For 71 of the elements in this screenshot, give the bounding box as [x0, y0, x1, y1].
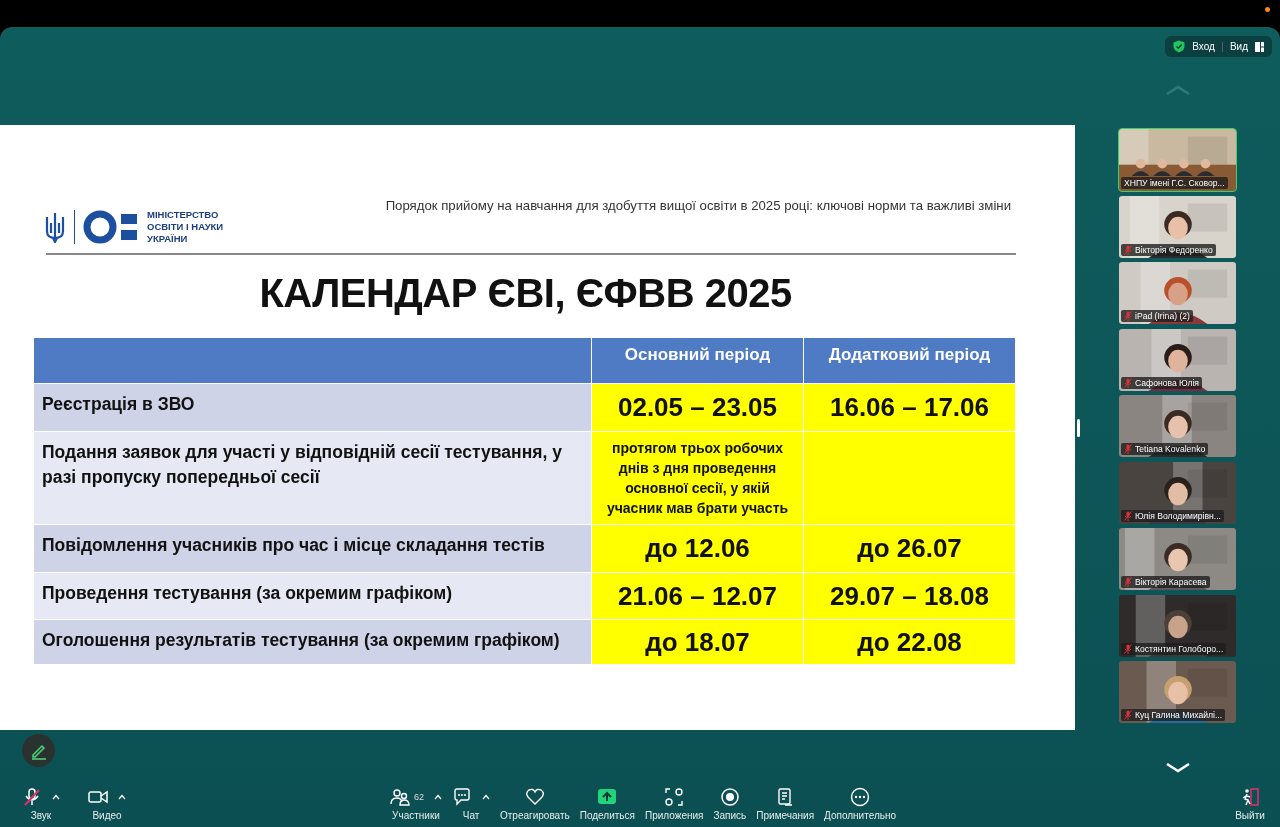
slide-title: КАЛЕНДАР ЄВІ, ЄФВВ 2025	[258, 271, 793, 316]
participant-count: 62	[414, 791, 424, 802]
slide-subtitle: Порядок прийому на навчання для здобуття вищої освіти в 2025 році: ключові норми та важливі зміни	[385, 198, 1011, 215]
trident-icon	[44, 211, 66, 243]
leave-button[interactable]: Выйти	[1234, 786, 1266, 821]
share-screen-icon	[597, 786, 618, 807]
video-button[interactable]: Видео	[88, 786, 126, 821]
participant-name: ХНПУ імені Г.С. Сковор...	[1124, 178, 1225, 188]
status-dot	[1265, 7, 1270, 12]
apps-button[interactable]: Приложения	[645, 786, 704, 821]
table-cell: 21.06 – 12.07	[592, 572, 804, 619]
table-cell: до 18.07	[592, 619, 804, 664]
participant-name: Сафонова Юлія	[1135, 377, 1199, 388]
table-cell: Проведення тестування (за окремим графіком)	[34, 572, 592, 619]
react-button[interactable]: Отреагировать	[500, 786, 570, 821]
resize-handle[interactable]	[1077, 418, 1080, 437]
column-header: Основний період	[592, 338, 804, 383]
view-button[interactable]: Вид	[1229, 41, 1248, 52]
audio-button[interactable]: Звук	[22, 786, 60, 821]
ministry-logo-icon	[83, 210, 139, 244]
participant-name: Костянтин Голоборо...	[1135, 643, 1224, 654]
participant-name: Куц Галина Михайлі...	[1135, 710, 1223, 720]
security-label[interactable]: Вход	[1192, 41, 1215, 52]
participant-name: iPad (Irina) (2)	[1135, 311, 1190, 321]
caret-icon[interactable]	[52, 793, 60, 800]
more-button[interactable]: Дополнительно	[824, 786, 897, 821]
chat-bubbles-icon	[452, 786, 472, 807]
table-cell: Повідомлення учасників про час і місце складання тестів	[34, 524, 592, 572]
more-icon	[850, 786, 871, 807]
video-tile[interactable]: Tetiana Kovalenko	[1118, 394, 1237, 458]
video-tile[interactable]: Вікторія Федоренко	[1118, 194, 1237, 259]
shield-check-icon[interactable]	[1173, 40, 1186, 53]
table-cell: 02.05 – 23.05	[592, 383, 804, 431]
table-cell: до 12.06	[592, 524, 804, 572]
caret-icon[interactable]	[118, 793, 126, 800]
table-cell: 16.06 – 17.06	[804, 383, 1016, 431]
video-tile[interactable]: Костянтин Голоборо...	[1118, 593, 1237, 658]
video-tile[interactable]: iPad (Irina) (2)	[1118, 261, 1237, 325]
annotate-button[interactable]	[22, 734, 55, 767]
participant-name: Юлія Володимирівн...	[1135, 510, 1221, 521]
table-cell: Оголошення результатів тестування (за окремим графіком)	[34, 619, 592, 664]
ministry-name: МІНІСТЕРСТВО ОСВІТИ І НАУКИ УКРАЇНИ	[147, 209, 224, 245]
apps-icon	[664, 786, 685, 807]
exit-door-icon	[1240, 786, 1260, 807]
caret-icon[interactable]	[482, 793, 490, 800]
heart-icon	[524, 786, 545, 807]
table-cell: до 22.08	[804, 619, 1016, 664]
layout-icon[interactable]	[1255, 41, 1264, 52]
table-cell: до 26.07	[804, 524, 1016, 572]
column-header: Додатковий період	[804, 338, 1016, 383]
people-icon	[390, 786, 410, 807]
video-tile[interactable]: Сафонова Юлія	[1118, 327, 1237, 392]
participant-name: Вікторія Карасева	[1135, 577, 1207, 587]
video-tile[interactable]: Куц Галина Михайлі...	[1118, 660, 1237, 724]
table-cell: Подання заявок для участі у відповідній сесії тестування, у разі пропуску попередньої сесії	[34, 431, 592, 524]
table-cell: 29.07 – 18.08	[804, 572, 1016, 619]
notes-button[interactable]: Примечания	[756, 786, 815, 821]
caret-icon[interactable]	[434, 793, 442, 800]
table-cell: Реєстрація в ЗВО	[34, 383, 592, 431]
record-icon	[719, 786, 740, 807]
video-tile[interactable]: Вікторія Карасева	[1118, 527, 1237, 591]
participant-name: Вікторія Федоренко	[1135, 244, 1213, 255]
participants-button[interactable]: 62 Участники	[390, 786, 442, 821]
record-button[interactable]: Запись	[713, 786, 747, 821]
chat-button[interactable]: Чат	[452, 786, 490, 821]
share-button[interactable]: Поделиться	[579, 786, 635, 821]
table-cell: протягом трьох робочих днів з дня проведення основної сесії, у якій учасник мав брати участь	[592, 431, 804, 524]
video-tile[interactable]: ХНПУ імені Г.С. Сковор...	[1118, 128, 1237, 192]
video-tile[interactable]: Юлія Володимирівн...	[1118, 460, 1237, 525]
participant-name: Tetiana Kovalenko	[1135, 444, 1206, 454]
scroll-down-icon[interactable]	[1164, 763, 1191, 773]
